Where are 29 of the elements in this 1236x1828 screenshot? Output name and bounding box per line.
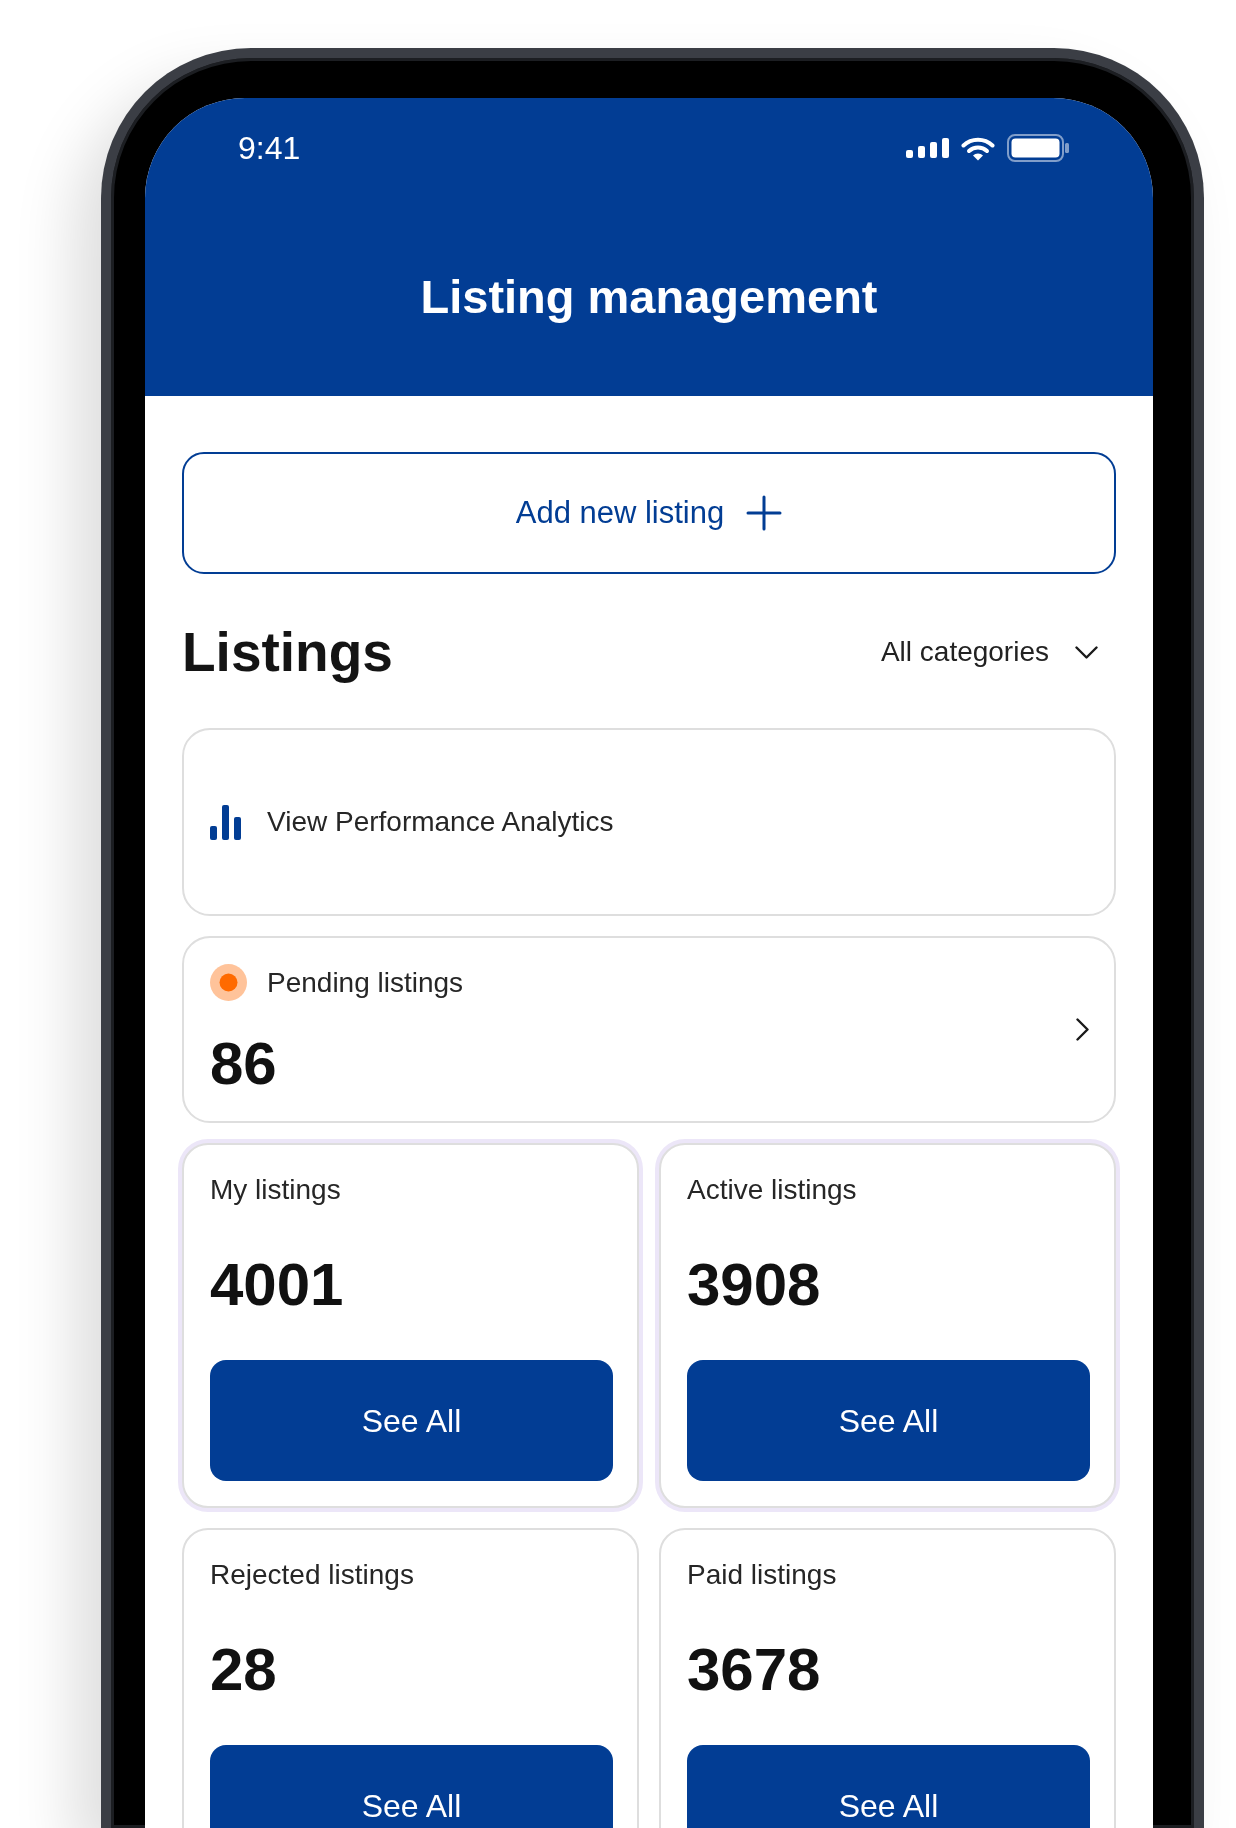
bar-chart-icon [210, 804, 241, 840]
category-dropdown[interactable]: All categories [880, 635, 1116, 669]
stat-label: Paid listings [687, 1558, 838, 1592]
analytics-card[interactable]: View Performance Analytics [182, 728, 1116, 916]
see-all-button[interactable]: See All [210, 1745, 613, 1828]
battery-icon [1007, 134, 1069, 162]
see-all-button[interactable]: See All [687, 1745, 1090, 1828]
header-title: Listing management [420, 269, 878, 325]
stat-count: 28 [210, 1635, 278, 1705]
plus-icon [746, 495, 783, 531]
stat-label: Active listings [687, 1173, 858, 1207]
wifi-icon [961, 135, 995, 161]
see-all-button[interactable]: See All [210, 1360, 613, 1481]
pending-card[interactable]: Pending listings 86 [182, 936, 1116, 1123]
stat-label: Rejected listings [210, 1558, 415, 1592]
chevron-down-icon [1075, 645, 1098, 659]
status-dot-icon [210, 964, 247, 1001]
pending-count: 86 [210, 1031, 278, 1097]
see-all-button[interactable]: See All [687, 1360, 1090, 1481]
stat-count: 4001 [210, 1250, 345, 1320]
stat-count: 3908 [687, 1250, 822, 1320]
stat-label: My listings [210, 1173, 342, 1207]
signal-icon [906, 138, 949, 158]
add-listing-button[interactable]: Add new listing [182, 452, 1116, 574]
section-title: Listings [182, 620, 393, 685]
stat-count: 3678 [687, 1635, 822, 1705]
status-time: 9:41 [238, 129, 301, 167]
chevron-right-icon [1076, 1018, 1089, 1041]
pending-label: Pending listings [267, 965, 464, 1000]
